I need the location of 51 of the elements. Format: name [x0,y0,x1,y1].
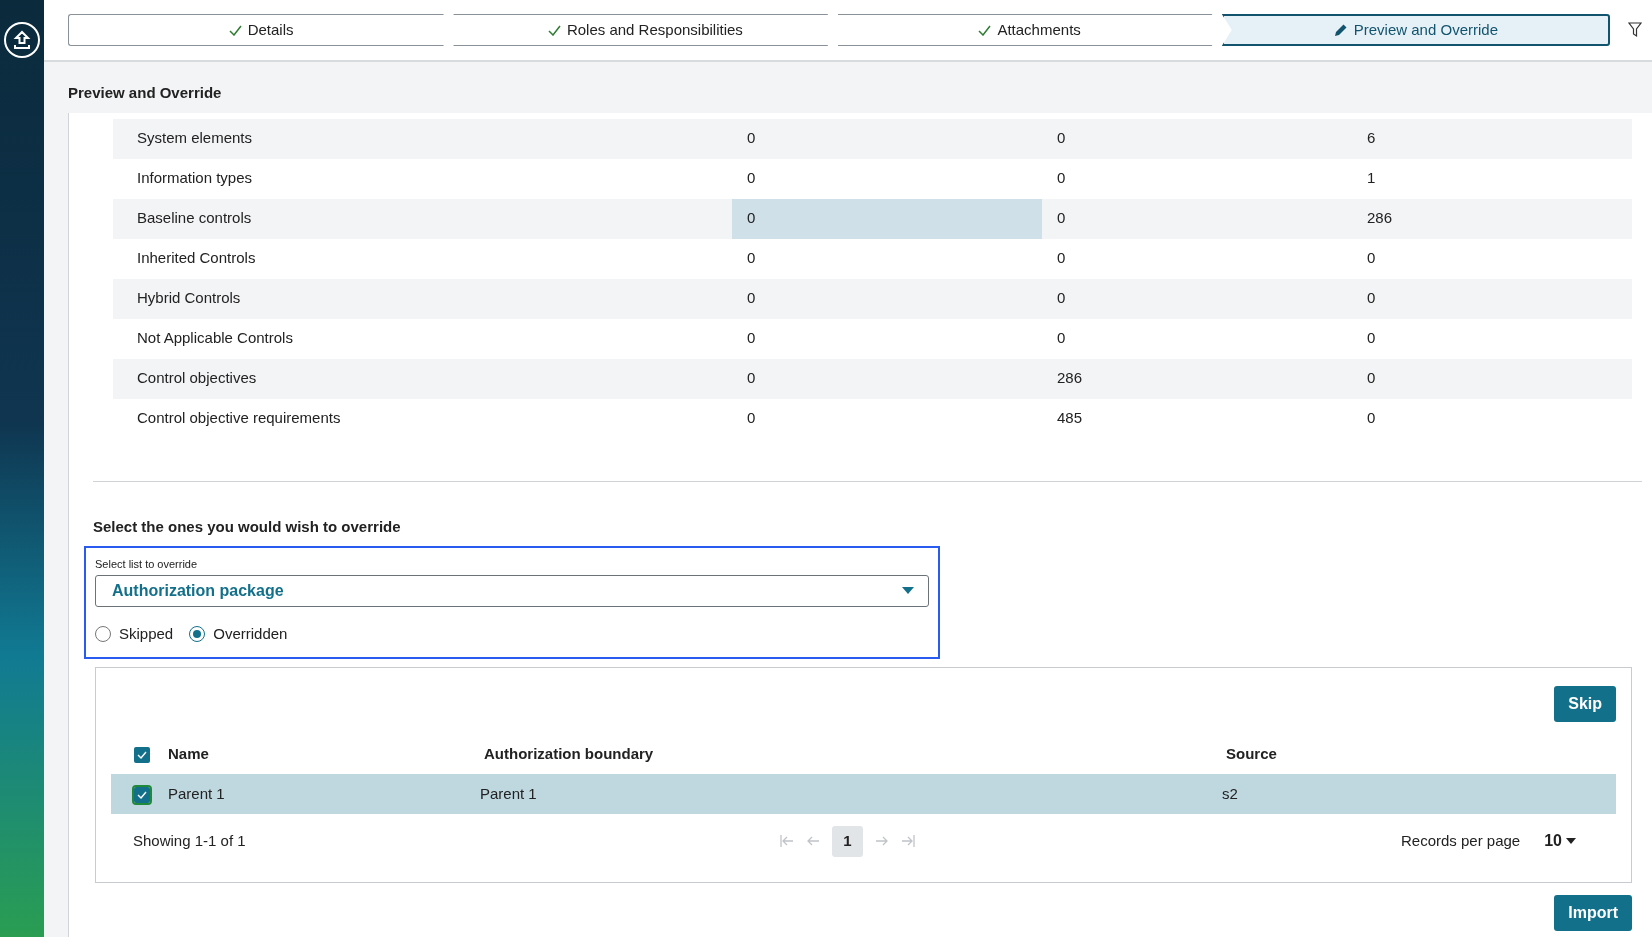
row-label: Not Applicable Controls [136,328,294,349]
step-tab[interactable]: Preview and Override [1221,14,1610,46]
section-title: Preview and Override [67,83,223,103]
table-cell-text: 0 [1056,248,1067,269]
check-icon [137,750,147,759]
table-cell-text: 485 [1056,408,1084,429]
table-cell-text: 0 [1056,328,1067,349]
table-cell: Parent 1 [168,784,225,802]
list-select[interactable]: Authorization package [95,574,929,607]
table-cell-text: 0 [746,328,757,349]
column-header: Name [168,744,209,762]
table-cell-text: 0 [1366,408,1377,429]
caret-icon [1566,838,1576,844]
table-cell-text: 0 [746,408,757,429]
skip-button[interactable]: Skip [1554,686,1616,722]
check-icon [228,24,242,36]
table-cell-text: 1 [1366,168,1377,189]
radio-button[interactable] [95,625,111,642]
column-header: Authorization boundary [484,744,654,762]
pencil-icon [1333,23,1348,37]
showing-text: Showing 1-1 of 1 [133,830,247,851]
table-row[interactable]: Parent 1 Parent 1 s2 [111,774,1616,814]
import-button[interactable]: Import [1554,895,1632,931]
table-cell: s2 [1222,784,1238,802]
table-cell-text: 0 [746,168,757,189]
table-cell-text: 0 [1366,328,1377,349]
row-label: Information types [136,168,254,189]
column-header: Source [1226,744,1277,762]
row-checkbox[interactable] [134,786,150,803]
check-icon [978,24,992,36]
table-cell-text: 0 [746,248,757,269]
radio-label[interactable]: Overridden [213,622,288,645]
table-cell: Parent 1 [480,784,537,802]
table-cell: 0 [732,198,1042,239]
select-all-checkbox[interactable] [134,746,150,763]
override-heading: Select the ones you would wish to override [93,516,402,537]
row-label: Inherited Controls [136,248,257,269]
check-icon [547,24,561,36]
radio-label[interactable]: Skipped [119,622,174,645]
table-cell-text: 0 [1366,248,1377,269]
caret-icon [902,587,914,594]
page-number[interactable]: 1 [832,825,863,857]
check-icon [137,790,147,799]
records-per-page-label: Records per page [1400,830,1521,851]
upload-icon[interactable] [4,22,40,58]
table-cell-text: 0 [1056,168,1067,189]
row-label: Control objective requirements [136,408,342,429]
records-per-page-select[interactable]: 10 [1544,829,1576,853]
select-label: Select list to override [95,557,199,572]
filter-icon[interactable] [1628,22,1642,38]
radio-button[interactable] [189,625,206,642]
